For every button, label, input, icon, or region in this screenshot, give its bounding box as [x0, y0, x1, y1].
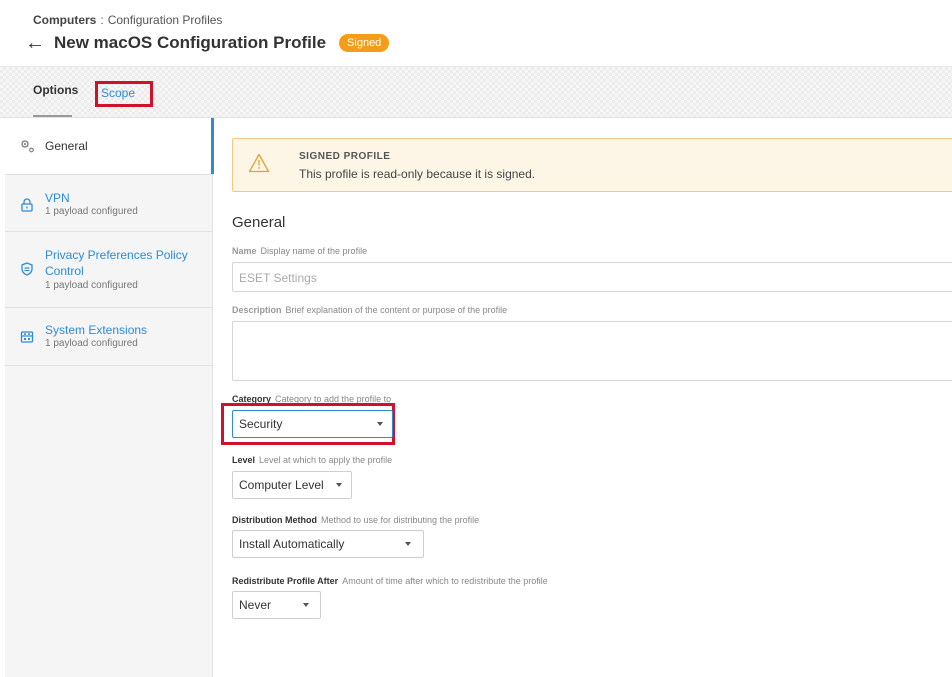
chevron-down-icon: [405, 542, 411, 546]
breadcrumb-root[interactable]: Computers: [33, 13, 96, 27]
name-field[interactable]: ESET Settings: [232, 262, 952, 292]
description-help: Brief explanation of the content or purp…: [285, 305, 508, 315]
alert-title: SIGNED PROFILE: [299, 151, 391, 162]
description-field[interactable]: [232, 321, 952, 381]
sidebar-item-label-line2: Control: [45, 264, 84, 278]
gear-icon: [19, 138, 35, 154]
sidebar-item-general[interactable]: General: [5, 118, 214, 175]
warning-icon: [248, 153, 270, 173]
sidebar-item-system-extensions[interactable]: System Extensions 1 payload configured: [5, 308, 213, 366]
active-tab-indicator: [33, 115, 72, 117]
redistribute-label: Redistribute Profile After: [232, 576, 339, 586]
category-select[interactable]: Security: [232, 410, 393, 438]
page-header: Computers: Configuration Profiles ← New m…: [0, 0, 952, 66]
sidebar-item-sub: 1 payload configured: [45, 280, 138, 291]
lock-icon: [19, 198, 35, 214]
section-title: General: [232, 214, 286, 231]
distribution-field-label: Distribution Method Method to use for dis…: [232, 515, 479, 525]
tabs-bar: Options Scope: [0, 66, 952, 118]
name-label: Name: [232, 246, 257, 256]
name-help: Display name of the profile: [260, 246, 368, 256]
redistribute-help: Amount of time after which to redistribu…: [342, 576, 548, 586]
breadcrumb-separator: :: [100, 13, 104, 27]
sidebar-item-sub: 1 payload configured: [45, 206, 138, 217]
level-select[interactable]: Computer Level: [232, 471, 352, 499]
signed-profile-alert: SIGNED PROFILE This profile is read-only…: [232, 138, 952, 192]
level-help: Level at which to apply the profile: [259, 455, 393, 465]
distribution-value: Install Automatically: [239, 537, 345, 551]
breadcrumb: Computers: Configuration Profiles: [33, 13, 222, 27]
chevron-down-icon: [336, 483, 342, 487]
redistribute-field-label: Redistribute Profile After Amount of time…: [232, 576, 548, 586]
level-field-label: Level Level at which to apply the profile: [232, 455, 392, 465]
sidebar-item-privacy-preferences[interactable]: Privacy Preferences Policy Control 1 pay…: [5, 232, 213, 308]
sidebar-item-label: General: [45, 139, 88, 153]
sidebar: General VPN 1 payload configured Privacy…: [5, 118, 214, 677]
sidebar-item-vpn[interactable]: VPN 1 payload configured: [5, 175, 213, 232]
description-label: Description: [232, 305, 282, 315]
alert-text: This profile is read-only because it is …: [299, 167, 536, 181]
sidebar-item-sub: 1 payload configured: [45, 338, 138, 349]
sidebar-item-label: System Extensions: [45, 323, 148, 337]
tab-options[interactable]: Options: [33, 83, 78, 97]
breadcrumb-current[interactable]: Configuration Profiles: [108, 13, 223, 27]
sidebar-item-label: VPN: [45, 191, 70, 205]
sidebar-item-label: Privacy Preferences Policy: [45, 248, 188, 262]
redistribute-select[interactable]: Never: [232, 591, 321, 619]
level-label: Level: [232, 455, 256, 465]
shield-icon: [19, 262, 35, 278]
chevron-down-icon: [303, 603, 309, 607]
tab-scope[interactable]: Scope: [95, 81, 153, 107]
description-field-label: Description Brief explanation of the cont…: [232, 305, 507, 315]
arrow-left-icon[interactable]: ←: [25, 33, 47, 53]
chevron-down-icon: [377, 422, 383, 426]
page-title: New macOS Configuration Profile: [54, 33, 327, 52]
distribution-label: Distribution Method: [232, 515, 317, 525]
category-value: Security: [239, 417, 283, 431]
level-value: Computer Level: [239, 478, 324, 492]
main-panel: SIGNED PROFILE This profile is read-only…: [214, 118, 952, 677]
extension-icon: [19, 330, 35, 346]
status-badge: Signed: [339, 34, 390, 52]
distribution-method-select[interactable]: Install Automatically: [232, 530, 424, 558]
name-field-label: Name Display name of the profile: [232, 246, 367, 256]
redistribute-value: Never: [239, 598, 272, 612]
distribution-help: Method to use for distributing the profi…: [321, 515, 480, 525]
